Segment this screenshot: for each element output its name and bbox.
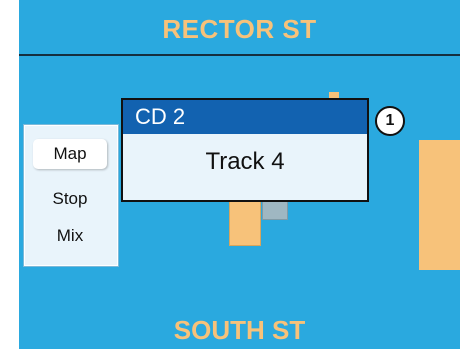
media-popup[interactable]: CD 2 Track 4 bbox=[121, 98, 369, 202]
map-block bbox=[419, 140, 460, 270]
menu-item-mix[interactable]: Mix bbox=[33, 221, 107, 251]
callout-number: 1 bbox=[375, 106, 405, 136]
street-label-top: RECTOR ST bbox=[162, 14, 317, 44]
menu-item-stop[interactable]: Stop bbox=[33, 184, 107, 214]
menu-item-map[interactable]: Map bbox=[33, 139, 107, 169]
popup-track-label: Track 4 bbox=[205, 148, 285, 175]
popup-source-label: CD 2 bbox=[123, 100, 367, 134]
side-menu: Map Stop Mix bbox=[24, 125, 118, 266]
divider-line bbox=[19, 54, 460, 56]
navigation-screen: RECTOR ST Map Stop Mix CD 2 Track 4 1 SO… bbox=[19, 0, 460, 349]
street-label-bottom: SOUTH ST bbox=[173, 315, 306, 345]
